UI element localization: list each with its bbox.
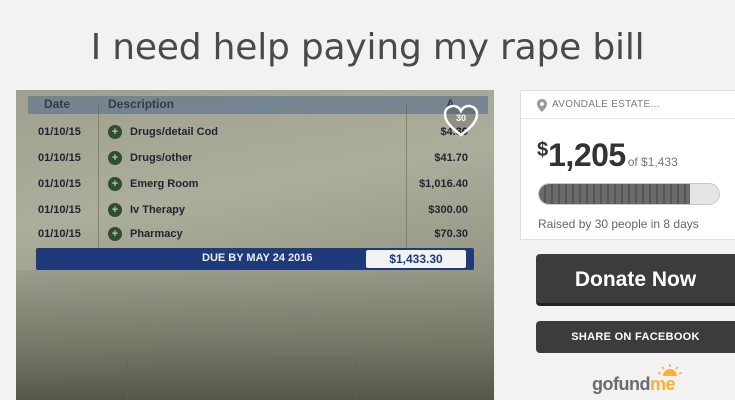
bill-stub (126, 358, 356, 400)
raised-value: 1,205 (548, 137, 626, 173)
plus-icon: + (108, 227, 122, 241)
share-facebook-button[interactable]: SHARE ON FACEBOOK (536, 321, 735, 353)
page-title: I need help paying my rape bill (90, 27, 645, 68)
campaign-photo[interactable]: Date Description A 01/10/15 + Drugs/deta… (16, 90, 494, 400)
bill-header-description: Description (108, 97, 175, 111)
raised-by-text: Raised by 30 people in 8 days (538, 217, 699, 231)
location-row: AVONDALE ESTATE... (521, 91, 735, 119)
bill-row: 01/10/15 + Emerg Room $1,016.40 (16, 174, 494, 196)
raised-amount: $1,205 of $1,433 (537, 137, 678, 174)
bill-row-description: Emerg Room (130, 178, 199, 190)
bill-due-amount: $1,433.30 (366, 250, 466, 268)
heart-count: 30 (455, 113, 466, 123)
goal-text: of $1,433 (627, 155, 678, 169)
progress-bar (538, 183, 720, 205)
logo-text: gofundme (592, 374, 676, 395)
bill-row-amount: $41.70 (434, 152, 468, 164)
plus-icon: + (108, 125, 122, 139)
map-pin-icon (537, 99, 547, 112)
bill-row-date: 01/10/15 (38, 126, 81, 138)
logo-go: gofund (592, 374, 650, 394)
progress-fill (539, 184, 691, 204)
bill-row-description: Drugs/detail Cod (130, 126, 219, 138)
bill-due-label: DUE BY MAY 24 2016 (202, 252, 313, 264)
bill-row-description: Pharmacy (130, 228, 183, 240)
gofundme-logo[interactable]: gofundme (592, 364, 702, 396)
donation-card: AVONDALE ESTATE... $1,205 of $1,433 Raise… (520, 90, 735, 240)
bill-row-amount: $1,016.40 (419, 178, 468, 190)
bill-row-amount: $300.00 (428, 204, 468, 216)
bill-row: 01/10/15 + Drugs/detail Cod $4.30 (16, 122, 494, 144)
bill-row-date: 01/10/15 (38, 178, 81, 190)
bill-row-date: 01/10/15 (38, 152, 81, 164)
bill-row: 01/10/15 + Iv Therapy $300.00 (16, 200, 494, 222)
donate-button[interactable]: Donate Now (536, 254, 735, 306)
logo-me: me (649, 374, 676, 394)
currency-symbol: $ (537, 139, 549, 161)
plus-icon: + (108, 151, 122, 165)
bill-due-bar: DUE BY MAY 24 2016 $1,433.30 (36, 248, 474, 270)
bill-image: Date Description A 01/10/15 + Drugs/deta… (16, 90, 494, 400)
bill-row-description: Iv Therapy (130, 204, 186, 216)
bill-row: 01/10/15 + Pharmacy $70.30 (16, 224, 494, 246)
bill-row-date: 01/10/15 (38, 204, 81, 216)
bill-row-description: Drugs/other (130, 152, 193, 164)
bill-row-date: 01/10/15 (38, 228, 81, 240)
bill-row-amount: $70.30 (434, 228, 468, 240)
bill-header-date: Date (44, 97, 71, 111)
location-text: AVONDALE ESTATE... (552, 99, 660, 110)
sidebar: AVONDALE ESTATE... $1,205 of $1,433 Raise… (520, 90, 735, 400)
bill-header: Date Description A (28, 96, 488, 114)
plus-icon: + (108, 177, 122, 191)
plus-icon: + (108, 203, 122, 217)
bill-row: 01/10/15 + Drugs/other $41.70 (16, 148, 494, 170)
